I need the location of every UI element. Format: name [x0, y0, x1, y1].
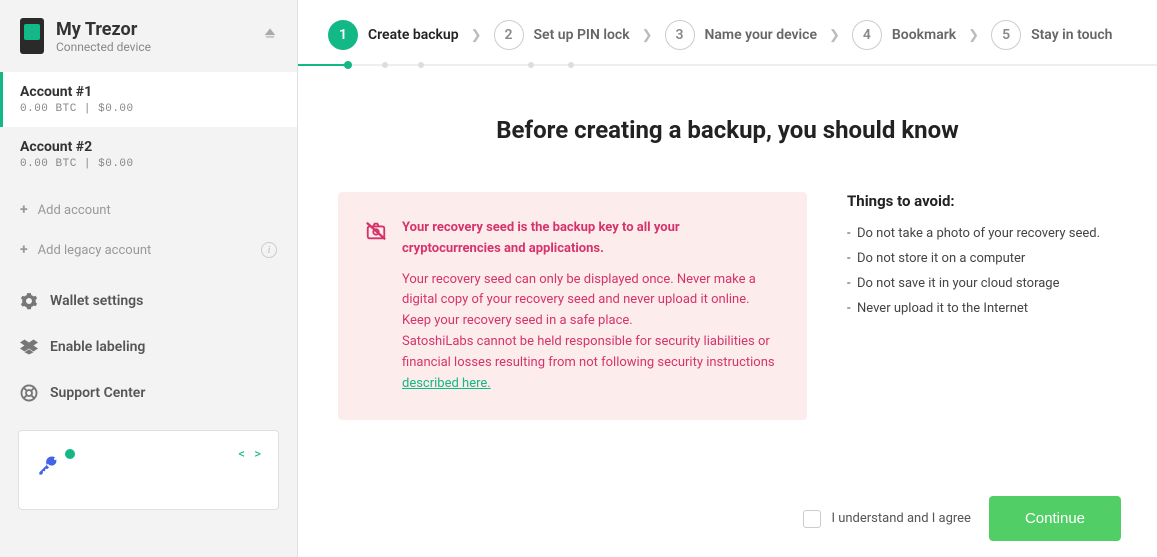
step-create-backup[interactable]: 1 Create backup [328, 20, 459, 50]
add-legacy-account-button[interactable]: + Add legacy account i [0, 230, 297, 270]
wallet-settings-button[interactable]: Wallet settings [0, 278, 297, 324]
warning-para-2: SatoshiLabs cannot be held responsible f… [402, 334, 775, 370]
warning-text: Your recovery seed is the backup key to … [402, 218, 781, 394]
card-nav: < > [235, 447, 264, 462]
add-legacy-label: Add legacy account [38, 243, 261, 258]
progress-fill [298, 64, 348, 66]
step-label: Bookmark [892, 27, 956, 43]
step-label: Create backup [368, 27, 459, 43]
warning-heading: Your recovery seed is the backup key to … [402, 218, 781, 260]
dropbox-icon [20, 338, 38, 356]
chevron-right-icon: ❯ [829, 28, 840, 43]
checkbox-icon [803, 510, 821, 528]
step-label: Set up PIN lock [534, 27, 630, 43]
avoid-item: Do not save it in your cloud storage [847, 276, 1117, 291]
chevron-right-icon: ❯ [968, 28, 979, 43]
continue-button[interactable]: Continue [989, 496, 1121, 541]
warning-box: Your recovery seed is the backup key to … [338, 192, 807, 420]
support-center-button[interactable]: Support Center [0, 370, 297, 416]
footer: I understand and I agree Continue [298, 480, 1157, 557]
add-account-button[interactable]: + Add account [0, 190, 297, 230]
account-balance: 0.00 BTC | $0.00 [20, 103, 277, 115]
sidebar: My Trezor Connected device Account #1 0.… [0, 0, 298, 557]
avoid-column: Things to avoid: Do not take a photo of … [847, 192, 1117, 420]
step-name-device[interactable]: 3 Name your device [665, 20, 818, 50]
described-here-link[interactable]: described here. [402, 376, 491, 391]
info-icon[interactable]: i [261, 242, 277, 258]
account-balance: 0.00 BTC | $0.00 [20, 158, 277, 170]
lifebuoy-icon [20, 384, 38, 402]
account-item-2[interactable]: Account #2 0.00 BTC | $0.00 [0, 127, 297, 182]
main-content: 1 Create backup ❯ 2 Set up PIN lock ❯ 3 … [298, 0, 1157, 557]
progress-dot [568, 62, 574, 68]
step-pin-lock[interactable]: 2 Set up PIN lock [494, 20, 630, 50]
device-status: Connected device [56, 40, 263, 54]
support-center-label: Support Center [50, 385, 145, 401]
step-number: 1 [328, 20, 358, 50]
stepper: 1 Create backup ❯ 2 Set up PIN lock ❯ 3 … [298, 0, 1157, 64]
device-info: My Trezor Connected device [56, 19, 263, 54]
plus-icon: + [20, 242, 28, 258]
sidebar-card: < > [18, 430, 279, 510]
account-item-1[interactable]: Account #1 0.00 BTC | $0.00 [0, 72, 297, 127]
account-name: Account #2 [20, 139, 277, 155]
add-account-label: Add account [38, 203, 111, 218]
plus-icon: + [20, 202, 28, 218]
step-label: Name your device [705, 27, 818, 43]
eject-icon[interactable] [263, 27, 277, 45]
device-name: My Trezor [56, 19, 263, 40]
no-camera-icon [364, 220, 388, 394]
enable-labeling-button[interactable]: Enable labeling [0, 324, 297, 370]
content-area: Before creating a backup, you should kno… [298, 66, 1157, 480]
chevron-right-icon: ❯ [471, 28, 482, 43]
agree-checkbox-wrap[interactable]: I understand and I agree [803, 510, 971, 528]
step-number: 5 [991, 20, 1021, 50]
step-number: 4 [852, 20, 882, 50]
key-icon [37, 455, 75, 483]
card-next-icon[interactable]: > [254, 447, 261, 462]
progress-bar [298, 64, 1157, 66]
step-stay-touch[interactable]: 5 Stay in touch [991, 20, 1112, 50]
avoid-list: Do not take a photo of your recovery see… [847, 226, 1117, 316]
avoid-item: Do not store it on a computer [847, 251, 1117, 266]
progress-dot-active [344, 61, 352, 69]
step-label: Stay in touch [1031, 27, 1112, 43]
step-number: 3 [665, 20, 695, 50]
progress-dot [418, 62, 424, 68]
trezor-device-icon [20, 18, 44, 54]
progress-dot [382, 62, 388, 68]
card-prev-icon[interactable]: < [238, 447, 245, 462]
wallet-settings-label: Wallet settings [50, 293, 143, 309]
device-header[interactable]: My Trezor Connected device [0, 0, 297, 72]
enable-labeling-label: Enable labeling [50, 339, 145, 355]
checkbox-label: I understand and I agree [831, 511, 971, 526]
avoid-item: Do not take a photo of your recovery see… [847, 226, 1117, 241]
step-bookmark[interactable]: 4 Bookmark [852, 20, 956, 50]
content-columns: Your recovery seed is the backup key to … [338, 192, 1117, 420]
warning-para-1: Your recovery seed can only be displayed… [402, 272, 756, 329]
chevron-right-icon: ❯ [642, 28, 653, 43]
progress-dot [528, 62, 534, 68]
account-name: Account #1 [20, 84, 277, 100]
step-number: 2 [494, 20, 524, 50]
gear-icon [20, 292, 38, 310]
avoid-title: Things to avoid: [847, 192, 1117, 210]
avoid-item: Never upload it to the Internet [847, 301, 1117, 316]
page-title: Before creating a backup, you should kno… [338, 116, 1117, 144]
